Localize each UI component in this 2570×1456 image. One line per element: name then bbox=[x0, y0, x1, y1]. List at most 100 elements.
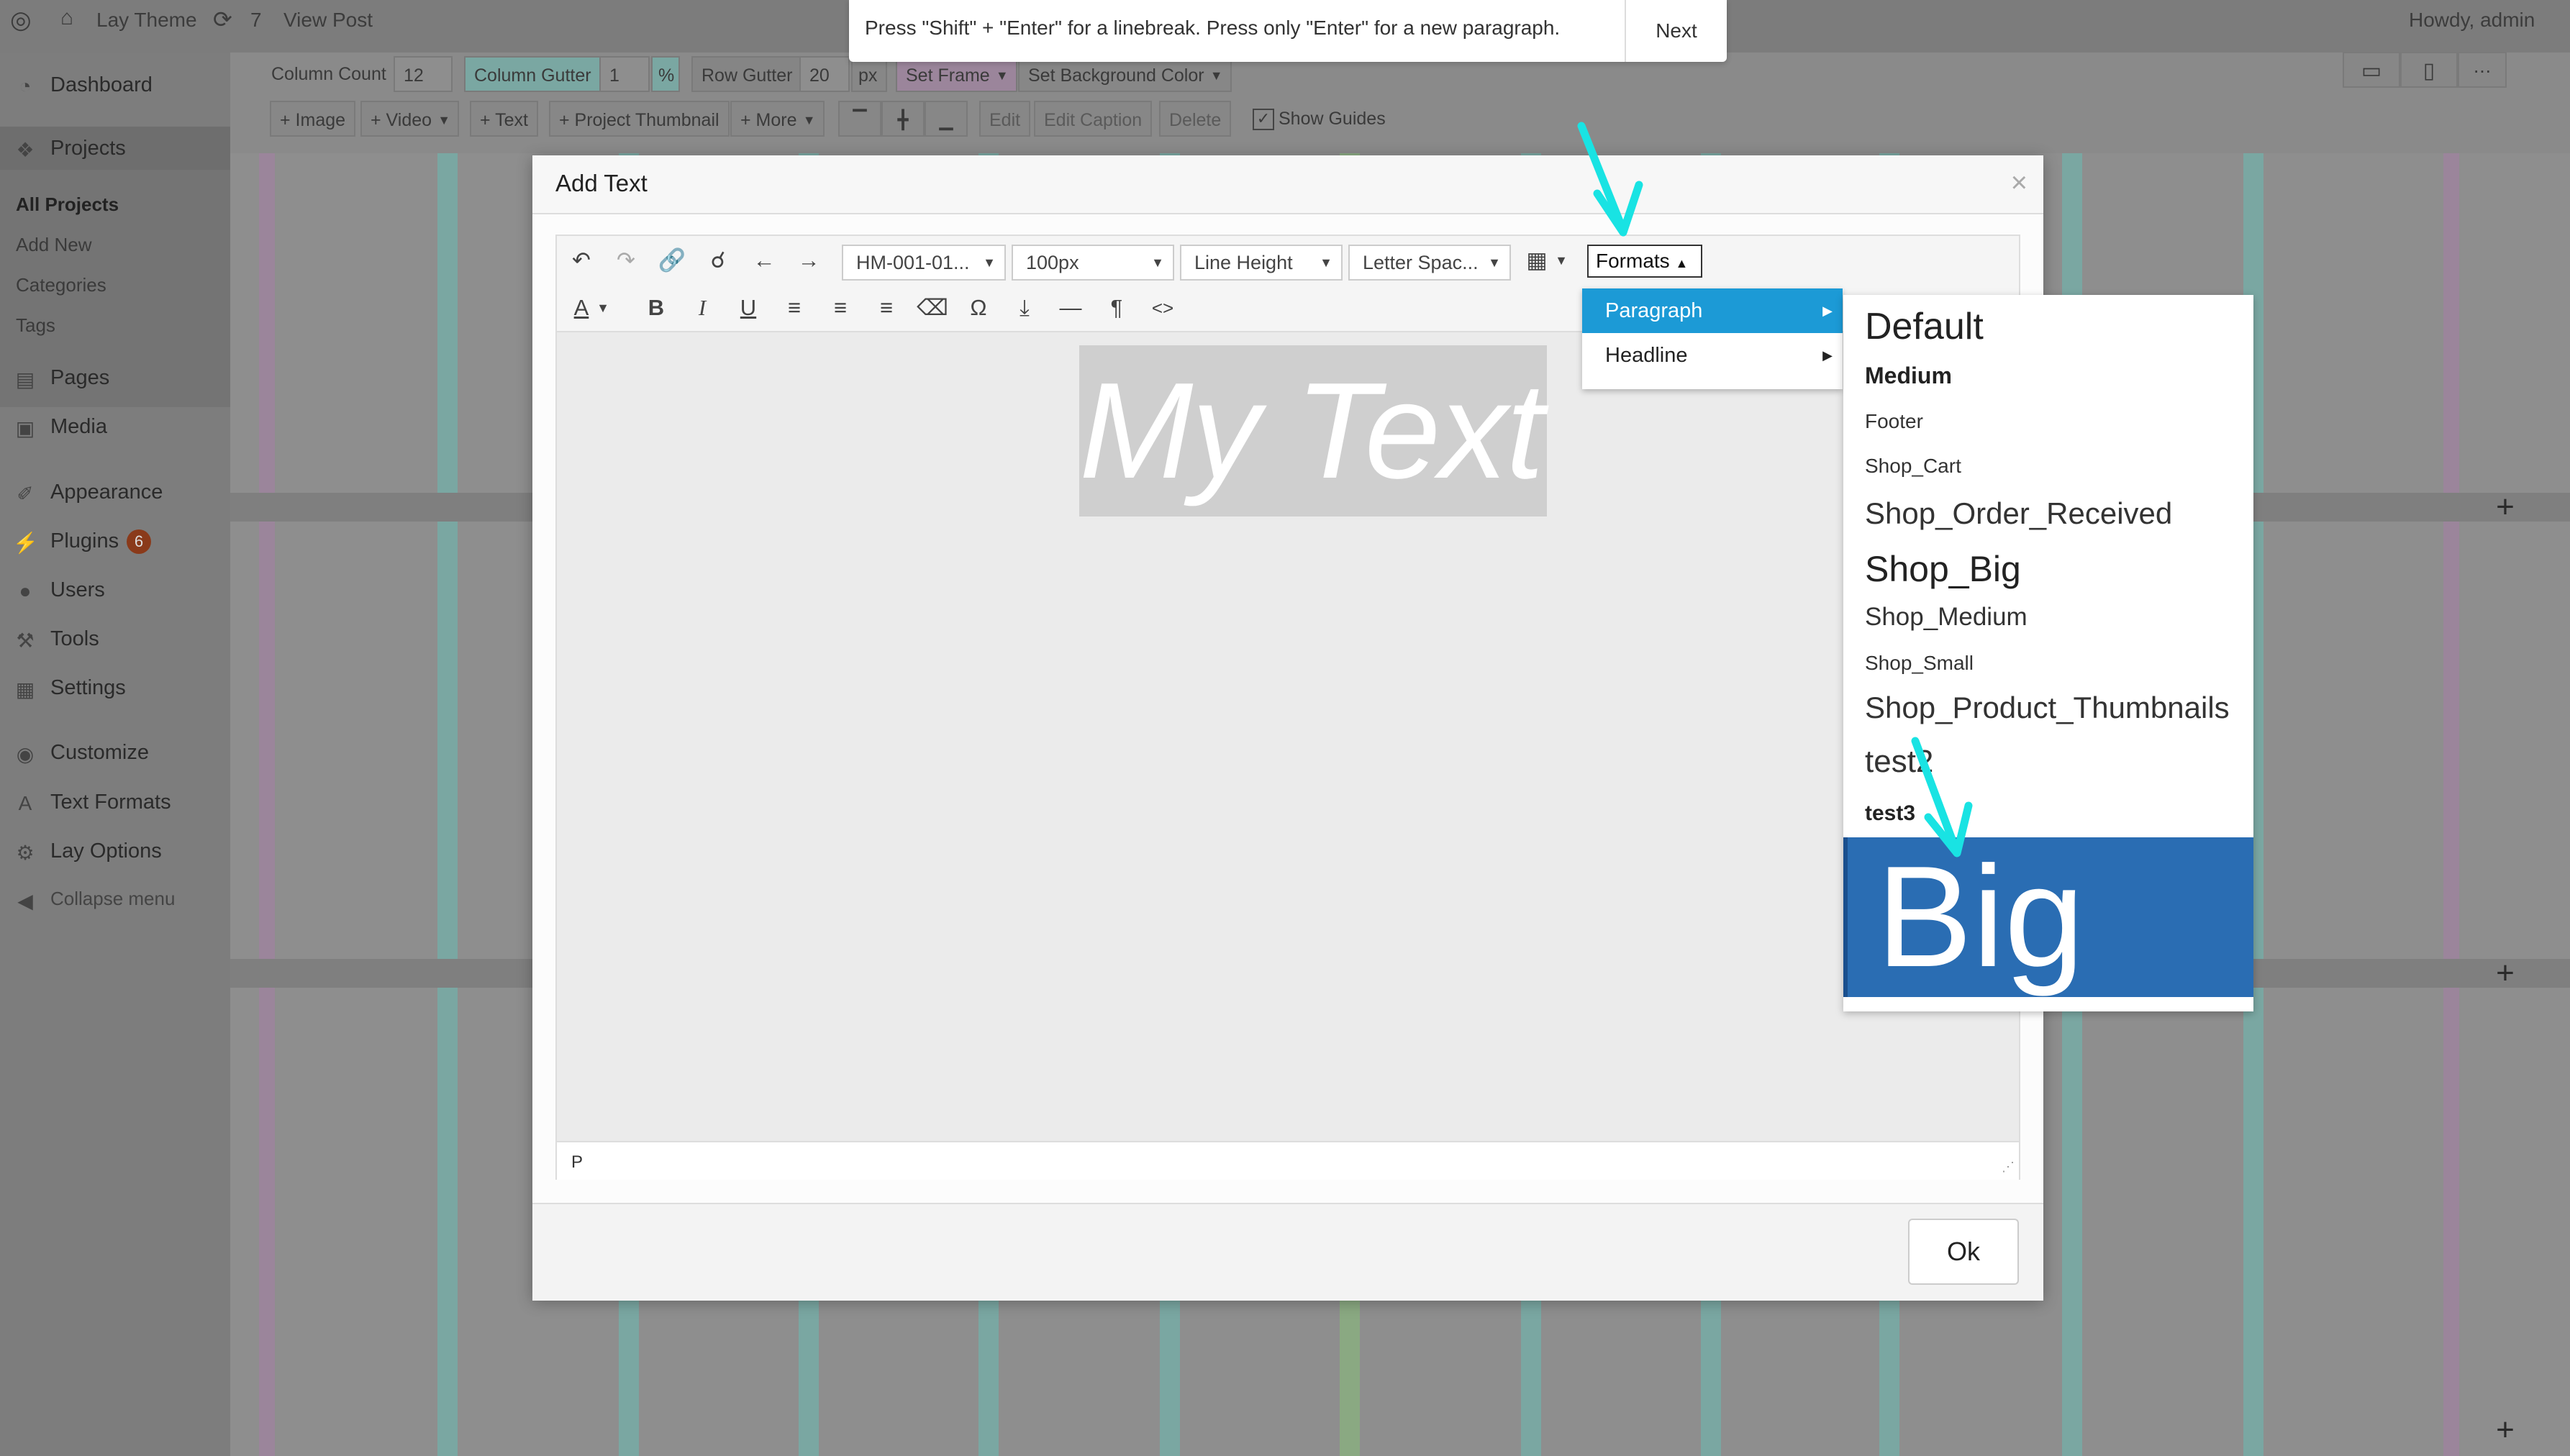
letter-spacing-select[interactable]: Letter Spac... ▼ bbox=[1348, 245, 1511, 281]
align-center-icon[interactable]: ≡ bbox=[825, 292, 856, 324]
table-caret-icon[interactable]: ▼ bbox=[1553, 245, 1570, 276]
horizontal-line-icon[interactable]: — bbox=[1055, 292, 1086, 324]
insert-icon[interactable]: ⤓ bbox=[1009, 292, 1040, 324]
font-size-value: 100px bbox=[1026, 252, 1079, 273]
format-medium[interactable]: Medium bbox=[1865, 363, 1952, 389]
source-code-icon[interactable]: <> bbox=[1147, 292, 1179, 324]
menu-item-headline[interactable]: Headline ▶ bbox=[1582, 333, 1843, 378]
selected-text-block[interactable]: My Text bbox=[1079, 345, 1547, 517]
element-path[interactable]: P bbox=[571, 1152, 583, 1173]
special-character-icon[interactable]: Ω bbox=[963, 292, 994, 324]
sidebar-item-plugins[interactable]: ⚡ Plugins 6 bbox=[0, 519, 230, 563]
sidebar-item-tools[interactable]: ⚒ Tools bbox=[0, 617, 230, 660]
text-color-icon[interactable]: A bbox=[566, 292, 597, 324]
format-shop-medium[interactable]: Shop_Medium bbox=[1865, 603, 2028, 632]
show-guides-checkbox[interactable]: ✓ Show Guides bbox=[1244, 101, 1394, 137]
sidebar-item-label: Settings bbox=[50, 676, 126, 699]
underline-icon[interactable]: U bbox=[732, 292, 764, 324]
sidebar-item-label: Media bbox=[50, 415, 107, 438]
edit-button[interactable]: Edit bbox=[979, 101, 1031, 137]
format-shop-order-received[interactable]: Shop_Order_Received bbox=[1865, 496, 2172, 531]
submenu-all-projects[interactable]: All Projects bbox=[16, 194, 119, 216]
updates-icon[interactable]: ⟳ bbox=[213, 6, 232, 33]
updates-count[interactable]: 7 bbox=[250, 9, 262, 32]
shortcut-tooltip: Press "Shift" + "Enter" for a linebreak.… bbox=[849, 0, 1727, 62]
edit-caption-button[interactable]: Edit Caption bbox=[1034, 101, 1153, 137]
add-more-button[interactable]: + More ▼ bbox=[730, 101, 825, 137]
align-left-icon[interactable]: ≡ bbox=[778, 292, 810, 324]
annotation-arrow-icon bbox=[1911, 737, 1973, 857]
delete-button[interactable]: Delete bbox=[1159, 101, 1232, 137]
menu-item-paragraph[interactable]: Paragraph ▶ bbox=[1582, 288, 1843, 333]
submenu-tags[interactable]: Tags bbox=[16, 314, 55, 337]
resize-handle-icon[interactable]: ⋰ bbox=[2002, 1160, 2015, 1175]
unlink-icon[interactable]: ☌ bbox=[702, 245, 734, 276]
sidebar-item-settings[interactable]: ▦ Settings bbox=[0, 666, 230, 709]
caret-down-icon: ▼ bbox=[437, 113, 451, 127]
format-shop-small[interactable]: Shop_Small bbox=[1865, 652, 1974, 675]
add-project-thumbnail-button[interactable]: + Project Thumbnail bbox=[549, 101, 730, 137]
editor-text: My Text bbox=[1079, 355, 1544, 507]
format-shop-big[interactable]: Shop_Big bbox=[1865, 548, 2021, 590]
submenu-categories[interactable]: Categories bbox=[16, 274, 106, 296]
clear-formatting-icon[interactable]: ⌫ bbox=[917, 292, 948, 324]
sidebar-item-collapse[interactable]: ◀ Collapse menu bbox=[0, 878, 230, 921]
add-image-button[interactable]: + Image bbox=[270, 101, 356, 137]
font-family-select[interactable]: HM-001-01... ▼ bbox=[842, 245, 1006, 281]
add-video-button[interactable]: + Video ▼ bbox=[360, 101, 460, 137]
add-text-button[interactable]: + Text bbox=[470, 101, 538, 137]
sidebar-item-dashboard[interactable]: ◔ Dashboard bbox=[0, 63, 230, 106]
sidebar-item-pages[interactable]: ▤ Pages bbox=[0, 356, 230, 399]
format-shop-product-thumbnails[interactable]: Shop_Product_Thumbnails bbox=[1865, 691, 2230, 725]
add-row-icon[interactable]: + bbox=[2484, 486, 2527, 529]
table-icon[interactable]: ▦ bbox=[1521, 245, 1553, 276]
sidebar-item-media[interactable]: ▣ Media bbox=[0, 405, 230, 448]
gear-icon: ⚙ bbox=[16, 842, 35, 864]
align-middle-icon[interactable]: ╋ bbox=[881, 101, 925, 137]
submenu-add-new[interactable]: Add New bbox=[16, 234, 92, 256]
plugins-update-badge: 6 bbox=[127, 529, 151, 554]
desktop-view-icon[interactable]: ▭ bbox=[2343, 52, 2400, 88]
sidebar-item-lay-options[interactable]: ⚙ Lay Options bbox=[0, 829, 230, 873]
undo-icon[interactable]: ↶ bbox=[566, 245, 597, 276]
format-default[interactable]: Default bbox=[1865, 305, 1984, 348]
wordpress-logo-icon[interactable]: ◎ bbox=[10, 6, 32, 35]
sidebar-item-users[interactable]: ● Users bbox=[0, 568, 230, 611]
formats-button[interactable]: Formats ▲ bbox=[1587, 245, 1702, 278]
tooltip-next-button[interactable]: Next bbox=[1625, 0, 1727, 62]
howdy-account[interactable]: Howdy, admin bbox=[2409, 9, 2535, 32]
link-icon[interactable]: 🔗 bbox=[656, 245, 688, 276]
line-height-select[interactable]: Line Height ▼ bbox=[1180, 245, 1343, 281]
sidebar-item-customize[interactable]: ◉ Customize bbox=[0, 731, 230, 774]
format-shop-cart[interactable]: Shop_Cart bbox=[1865, 455, 1961, 478]
outdent-arrow-icon[interactable]: ← bbox=[748, 245, 780, 276]
letter-a-icon: A bbox=[18, 792, 32, 814]
font-size-select[interactable]: 100px ▼ bbox=[1012, 245, 1174, 281]
more-options-icon[interactable]: ⋯ bbox=[2458, 52, 2507, 88]
align-bottom-icon[interactable]: ▁ bbox=[925, 101, 968, 137]
bold-icon[interactable]: B bbox=[640, 292, 672, 324]
close-icon[interactable]: × bbox=[2011, 167, 2028, 199]
text-color-caret-icon[interactable]: ▼ bbox=[594, 292, 612, 324]
editor-content-area[interactable]: My Text bbox=[557, 332, 2019, 1141]
align-top-icon[interactable]: ▔ bbox=[838, 101, 881, 137]
format-footer[interactable]: Footer bbox=[1865, 410, 1923, 433]
sidebar-item-appearance[interactable]: ✐ Appearance bbox=[0, 470, 230, 514]
add-row-icon[interactable]: + bbox=[2484, 952, 2527, 995]
italic-icon[interactable]: I bbox=[686, 292, 718, 324]
column-gutter-input[interactable]: 1 bbox=[599, 56, 650, 92]
ok-button[interactable]: Ok bbox=[1908, 1219, 2019, 1285]
sidebar-item-projects[interactable]: ❖ Projects bbox=[0, 127, 230, 170]
view-post-link[interactable]: View Post bbox=[283, 9, 373, 32]
indent-arrow-icon[interactable]: → bbox=[793, 245, 825, 276]
redo-icon[interactable]: ↷ bbox=[610, 245, 642, 276]
add-row-icon[interactable]: + bbox=[2484, 1409, 2527, 1452]
align-right-icon[interactable]: ≡ bbox=[871, 292, 902, 324]
paragraph-mark-icon[interactable]: ¶ bbox=[1101, 292, 1132, 324]
mobile-view-icon[interactable]: ▯ bbox=[2400, 52, 2458, 88]
row-gutter-input[interactable]: 20 bbox=[799, 56, 850, 92]
site-name-link[interactable]: Lay Theme bbox=[96, 9, 197, 32]
column-count-input[interactable]: 12 bbox=[394, 56, 453, 92]
chevron-right-icon: ▶ bbox=[1822, 348, 1833, 363]
sidebar-item-text-formats[interactable]: A Text Formats bbox=[0, 781, 230, 824]
